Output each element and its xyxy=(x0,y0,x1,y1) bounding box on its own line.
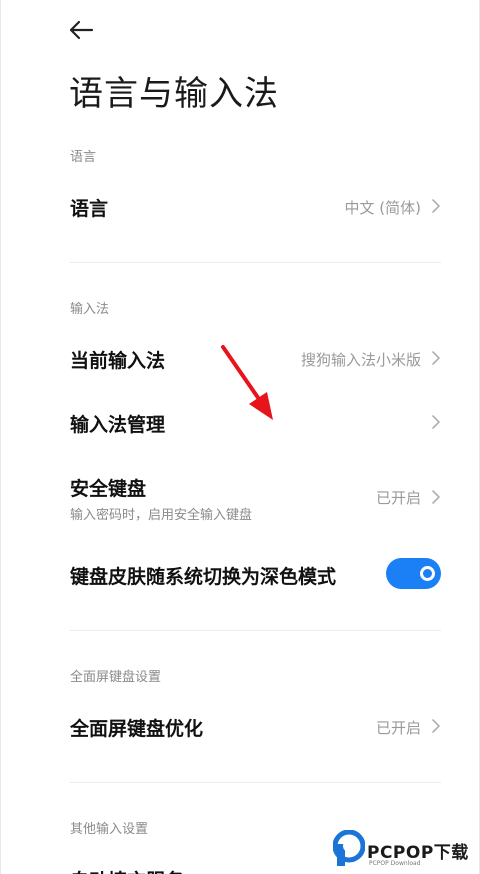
fullscreen-keyboard-optimize-value: 已开启 xyxy=(375,719,421,737)
language-row[interactable]: 语言 中文 (简体) xyxy=(1,178,479,234)
fullscreen-keyboard-optimize-row[interactable]: 全面屏键盘优化 已开启 xyxy=(1,698,479,754)
dark-mode-keyboard-row: 键盘皮肤随系统切换为深色模式 xyxy=(1,546,479,602)
annotation-arrow-icon xyxy=(221,345,273,420)
pcpop-logo-icon xyxy=(333,830,365,866)
section-header-language: 语言 xyxy=(70,150,97,165)
chevron-right-icon xyxy=(432,351,440,365)
back-arrow-icon xyxy=(69,20,94,40)
language-row-value: 中文 (简体) xyxy=(344,199,421,217)
section-header-fullscreen: 全面屏键盘设置 xyxy=(70,670,162,685)
dark-mode-toggle[interactable] xyxy=(386,558,441,589)
secure-keyboard-subtitle: 输入密码时，启用安全输入键盘 xyxy=(70,508,253,523)
section-header-input-method: 输入法 xyxy=(70,302,110,317)
chevron-right-icon xyxy=(432,490,440,504)
toggle-knob xyxy=(420,566,435,581)
page-title: 语言与输入法 xyxy=(69,74,279,114)
secure-keyboard-value: 已开启 xyxy=(375,489,421,507)
input-method-manage-label: 输入法管理 xyxy=(70,414,166,436)
secure-keyboard-label: 安全键盘 xyxy=(70,478,147,500)
autofill-service-label: 自动填充服务 xyxy=(70,866,184,874)
settings-screen: 语言与输入法 语言 语言 中文 (简体) 输入法 当前输入法 搜狗输入法小米版 … xyxy=(0,0,480,874)
language-row-label: 语言 xyxy=(70,198,109,220)
divider xyxy=(70,262,441,263)
chevron-right-icon xyxy=(432,415,440,429)
watermark: PCPOP下载 PCPOP Download xyxy=(333,830,479,874)
secure-keyboard-row[interactable]: 安全键盘 输入密码时，启用安全输入键盘 已开启 xyxy=(1,466,479,530)
section-header-other: 其他输入设置 xyxy=(70,822,149,837)
divider xyxy=(70,630,441,631)
divider xyxy=(70,782,441,783)
current-input-method-label: 当前输入法 xyxy=(70,350,166,372)
watermark-sub: PCPOP Download xyxy=(369,860,421,867)
chevron-right-icon xyxy=(432,199,440,213)
back-button[interactable] xyxy=(63,14,99,46)
chevron-right-icon xyxy=(432,719,440,733)
current-input-method-value: 搜狗输入法小米版 xyxy=(300,351,421,369)
dark-mode-keyboard-label: 键盘皮肤随系统切换为深色模式 xyxy=(70,566,337,588)
fullscreen-keyboard-optimize-label: 全面屏键盘优化 xyxy=(70,718,204,740)
